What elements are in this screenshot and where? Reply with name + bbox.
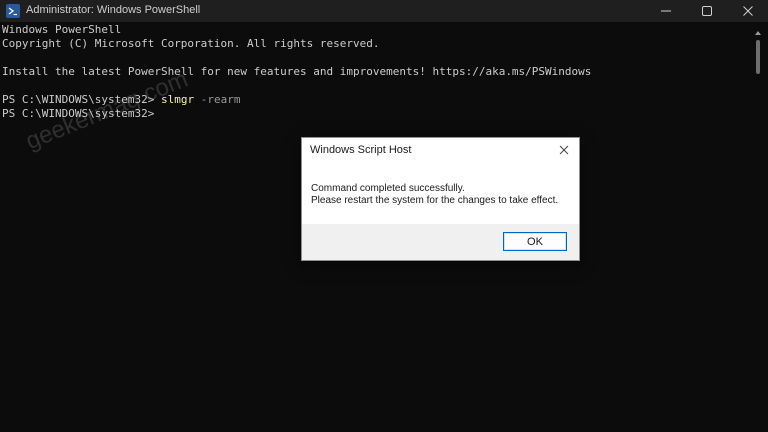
terminal-prompt: PS C:\WINDOWS\system32> — [2, 93, 161, 106]
dialog-message-line2: Please restart the system for the change… — [311, 195, 559, 206]
window-title: Administrator: Windows PowerShell — [26, 4, 201, 16]
dialog-message-line1: Command completed successfully. — [311, 183, 465, 194]
terminal-command-line: PS C:\WINDOWS\system32> slmgr -rearm — [2, 93, 240, 107]
vertical-scrollbar[interactable] — [755, 24, 761, 432]
dialog-close-button[interactable] — [549, 138, 579, 162]
close-icon — [559, 145, 569, 155]
terminal-command: slmgr — [160, 93, 195, 106]
maximize-icon — [702, 6, 712, 16]
close-button[interactable] — [728, 0, 768, 22]
dialog-title: Windows Script Host — [310, 144, 412, 156]
terminal-line-copyright: Copyright (C) Microsoft Corporation. All… — [2, 37, 380, 50]
powershell-icon — [6, 4, 20, 18]
terminal-line-install: Install the latest PowerShell for new fe… — [2, 65, 592, 78]
ok-button[interactable]: OK — [503, 232, 567, 251]
terminal-line-header: Windows PowerShell — [2, 23, 122, 36]
scroll-thumb[interactable] — [756, 40, 760, 74]
terminal-argument: -rearm — [194, 93, 241, 106]
close-icon — [743, 6, 753, 16]
dialog-footer: OK — [302, 224, 579, 260]
minimize-button[interactable] — [646, 0, 686, 22]
terminal-prompt-current: PS C:\WINDOWS\system32> — [2, 107, 155, 120]
scroll-up-icon[interactable] — [755, 30, 761, 36]
script-host-dialog: Windows Script Host Command completed su… — [301, 137, 580, 261]
minimize-icon — [661, 10, 671, 12]
title-bar: Administrator: Windows PowerShell — [0, 0, 768, 22]
maximize-button[interactable] — [687, 0, 727, 22]
